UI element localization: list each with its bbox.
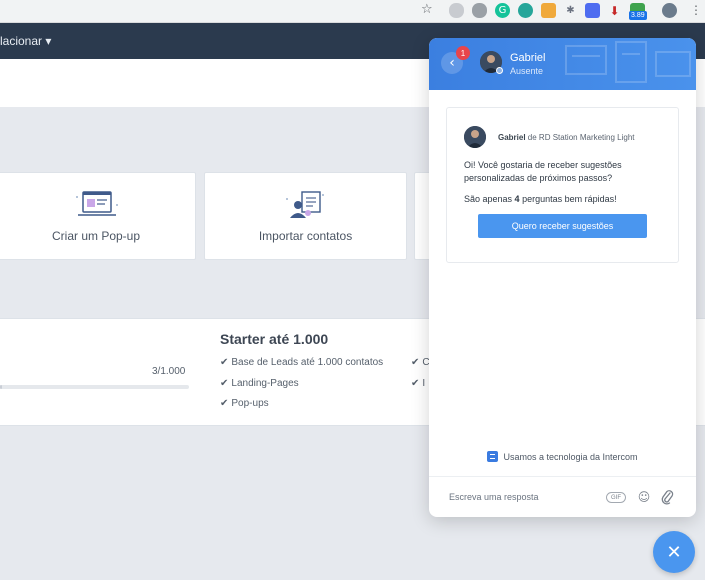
card-label: Importar contatos (258, 229, 353, 243)
unread-badge: 1 (456, 46, 470, 60)
card-create-popup[interactable]: Criar um Pop-up (0, 172, 196, 260)
powered-by-label: Usamos a tecnologia da Intercom (503, 451, 638, 462)
menu-dots-icon[interactable]: ⋮ (690, 3, 702, 17)
message-text-prefix: São apenas (464, 194, 515, 204)
card-label: Criar um Pop-up (51, 229, 141, 243)
plan-feature-truncated: ✔ C (411, 357, 430, 368)
download-icon[interactable]: ⬇ (607, 3, 622, 18)
messenger-header: ‹ 1 Gabriel Ausente (429, 38, 696, 90)
popup-icon (76, 191, 118, 216)
extension-icon-5[interactable] (541, 3, 556, 18)
chevron-down-icon: ▾ (45, 34, 52, 48)
header-pattern-decoration (565, 41, 691, 83)
leads-usage-bar (0, 385, 189, 389)
message-text: Oi! Você gostaria de receber sugestões p… (464, 160, 622, 183)
extension-icon-7[interactable] (585, 3, 600, 18)
check-icon: ✔ (411, 357, 420, 368)
plan-feature: ✔ Base de Leads até 1.000 contatos (220, 357, 383, 368)
check-icon: ✔ (220, 378, 229, 389)
message-text-suffix: perguntas bem rápidas! (519, 194, 617, 204)
check-icon: ✔ (411, 378, 420, 389)
leads-usage-fill (0, 385, 2, 389)
message-sender: Gabriel de RD Station Marketing Light (498, 133, 635, 142)
extension-icon-2[interactable] (472, 3, 487, 18)
bookmark-star-icon[interactable]: ☆ (421, 2, 433, 17)
powered-by-intercom[interactable]: Usamos a tecnologia da Intercom (429, 451, 696, 462)
extension-icon-1[interactable] (449, 3, 464, 18)
nav-menu-relacionar[interactable]: lacionar ▾ (0, 34, 51, 48)
import-contacts-icon (286, 191, 324, 218)
plan-feature: ✔ Pop-ups (220, 398, 269, 409)
emoji-icon[interactable]: ☺ (637, 490, 651, 504)
plan-feature: ✔ Landing-Pages (220, 378, 299, 389)
receive-suggestions-button[interactable]: Quero receber sugestões (478, 214, 647, 238)
plan-feature-label: Landing-Pages (231, 378, 299, 389)
agent-name: Gabriel (510, 52, 546, 64)
sender-name: Gabriel (498, 133, 526, 142)
intercom-messenger: ‹ 1 Gabriel Ausente Gabriel de RD Statio… (429, 38, 696, 517)
plan-feature-truncated: ✔ I (411, 378, 425, 389)
attachment-icon[interactable] (660, 489, 674, 505)
extension-badge: 3.89 (629, 11, 647, 20)
grammarly-icon[interactable]: G (495, 3, 510, 18)
message-composer: Escreva uma resposta GIF ☺ (429, 476, 696, 517)
browser-toolbar: ☆ G ✱ ⬇ 3.89 ⋮ (0, 0, 705, 23)
reply-input[interactable]: Escreva uma resposta (449, 492, 539, 502)
check-icon: ✔ (220, 398, 229, 409)
plan-feature-label: Base de Leads até 1.000 contatos (231, 357, 384, 368)
chevron-left-icon: ‹ (449, 55, 455, 71)
plan-title: Starter até 1.000 (220, 331, 329, 347)
agent-status: Ausente (510, 66, 544, 76)
profile-avatar[interactable] (662, 3, 677, 18)
message-text-2: São apenas 4 perguntas bem rápidas! (464, 194, 664, 204)
leads-usage-count: 3/1.000 (152, 366, 186, 377)
sender-company: de RD Station Marketing Light (525, 133, 635, 142)
plan-feature-label: Pop-ups (231, 398, 269, 409)
messenger-close-launcher[interactable]: ✕ (653, 531, 695, 573)
extension-icon-6[interactable]: ✱ (563, 3, 578, 18)
plan-feature-label: I (422, 378, 426, 389)
intercom-logo-icon (487, 451, 499, 462)
nav-menu-label: lacionar (0, 34, 43, 48)
check-icon: ✔ (220, 357, 229, 368)
sender-avatar (464, 126, 486, 148)
gif-button[interactable]: GIF (606, 492, 626, 503)
card-import-contacts[interactable]: Importar contatos (204, 172, 407, 260)
message-card: Gabriel de RD Station Marketing Light Oi… (446, 107, 679, 263)
extension-icon-4[interactable] (518, 3, 533, 18)
agent-status-indicator (496, 67, 503, 74)
close-icon: ✕ (666, 541, 682, 563)
